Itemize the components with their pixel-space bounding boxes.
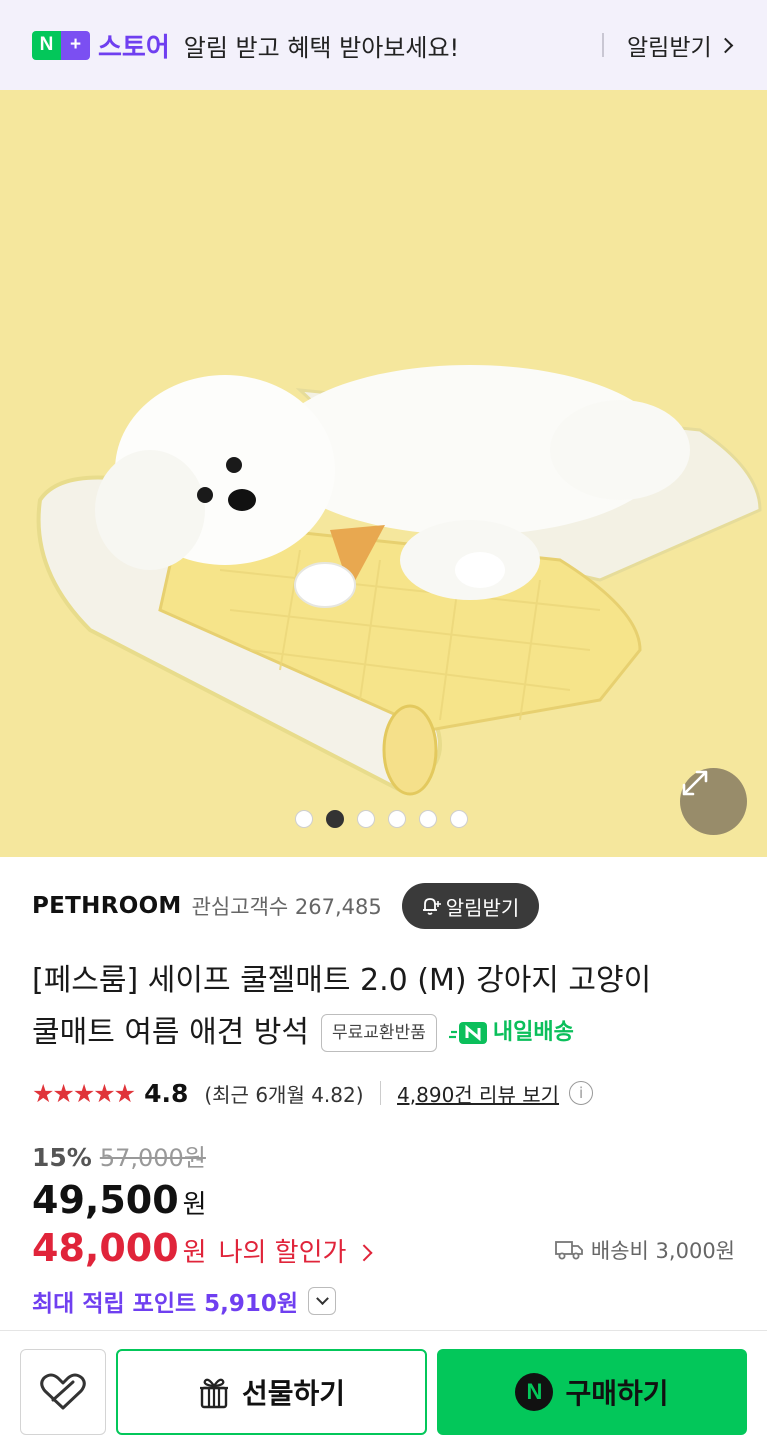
gift-label: 선물하기 [241,1377,346,1410]
carousel-dots [295,810,468,828]
shipping-fee: 배송비 3,000원 [555,1235,735,1265]
my-price-row[interactable]: 48,000 원 나의 할인가 [32,1226,374,1270]
banner-alert-button[interactable]: 알림받기 [627,28,733,62]
naver-plus-store-logo: N + 스토어 [32,27,170,64]
delivery-truck-icon [448,1022,487,1044]
follower-count: 관심고객수 267,485 [191,895,382,919]
bell-plus-icon [422,898,441,915]
points-expand-button[interactable] [308,1287,337,1315]
expand-icon [682,770,708,796]
star-rating-icon: ★★★★★ [32,1078,136,1108]
sale-price-unit: 원 [182,1190,207,1220]
heart-icon [40,1373,86,1410]
buy-label: 구매하기 [565,1377,669,1410]
truck-icon [555,1241,583,1260]
info-icon[interactable]: i [569,1081,594,1105]
product-photo [0,90,767,857]
wishlist-button[interactable] [20,1349,106,1435]
naver-n-logo: N [32,30,61,60]
plus-logo: + [61,30,90,60]
banner-message: 알림 받고 혜택 받아보세요! [183,33,460,62]
brand-name[interactable]: PETHROOM [32,893,182,919]
buy-button[interactable]: N 구매하기 [437,1349,747,1435]
review-link[interactable]: 4,890건 리뷰 보기 [397,1079,559,1108]
max-points: 최대 적립 포인트 5,910원 [32,1291,299,1317]
delivery-label: 내일배송 [492,1020,574,1045]
seller-alert-button[interactable]: 알림받기 [401,883,540,929]
my-price: 48,000 [32,1226,179,1270]
banner-alert-label: 알림받기 [627,35,712,61]
expand-image-button[interactable] [680,768,747,835]
discount-percent: 15% [32,1143,92,1172]
carousel-dot[interactable] [450,810,468,828]
points-row: 최대 적립 포인트 5,910원 [32,1284,337,1318]
next-day-delivery-badge: 내일배송 [448,1007,574,1059]
store-label: 스토어 [98,32,170,63]
sale-price: 49,500 [32,1178,179,1222]
bottom-action-bar: 선물하기 N 구매하기 [0,1330,767,1440]
product-image-carousel[interactable] [0,90,767,857]
product-title: [페스룸] 세이프 쿨젤매트 2.0 (M) 강아지 고양이 쿨매트 여름 애견… [32,955,742,1059]
rating-value: 4.8 [144,1078,189,1108]
sale-price-row: 49,500 원 [32,1178,207,1222]
banner-divider [602,33,604,57]
gift-button[interactable]: 선물하기 [116,1349,427,1435]
original-price: 57,000원 [99,1144,206,1172]
naver-pay-icon: N [515,1373,554,1411]
my-price-label: 나의 할인가 [218,1238,347,1268]
rating-row: ★★★★★ 4.8 (최근 6개월 4.82) 4,890건 리뷰 보기 i [32,1074,594,1112]
recent-rating: (최근 6개월 4.82) [204,1082,364,1107]
seller-alert-label: 알림받기 [445,895,520,920]
carousel-dot[interactable] [357,810,375,828]
product-title-line1: [페스룸] 세이프 쿨젤매트 2.0 (M) 강아지 고양이 [32,963,652,998]
my-price-unit: 원 [182,1238,207,1268]
discount-row: 15% 57,000원 [32,1138,206,1173]
product-title-line2: 쿨매트 여름 애견 방석 [32,1015,310,1050]
seller-row: PETHROOM 관심고객수 267,485 알림받기 [32,883,540,929]
carousel-dot[interactable] [388,810,406,828]
chevron-right-icon [717,37,733,53]
carousel-dot[interactable] [326,810,344,828]
free-return-tag: 무료교환반품 [321,1014,437,1052]
carousel-dot[interactable] [419,810,437,828]
chevron-down-icon [315,1291,329,1305]
chevron-right-icon [356,1244,374,1262]
carousel-dot[interactable] [295,810,313,828]
gift-icon [199,1378,228,1409]
shipping-fee-label: 배송비 3,000원 [590,1239,735,1263]
rating-divider [379,1081,382,1105]
